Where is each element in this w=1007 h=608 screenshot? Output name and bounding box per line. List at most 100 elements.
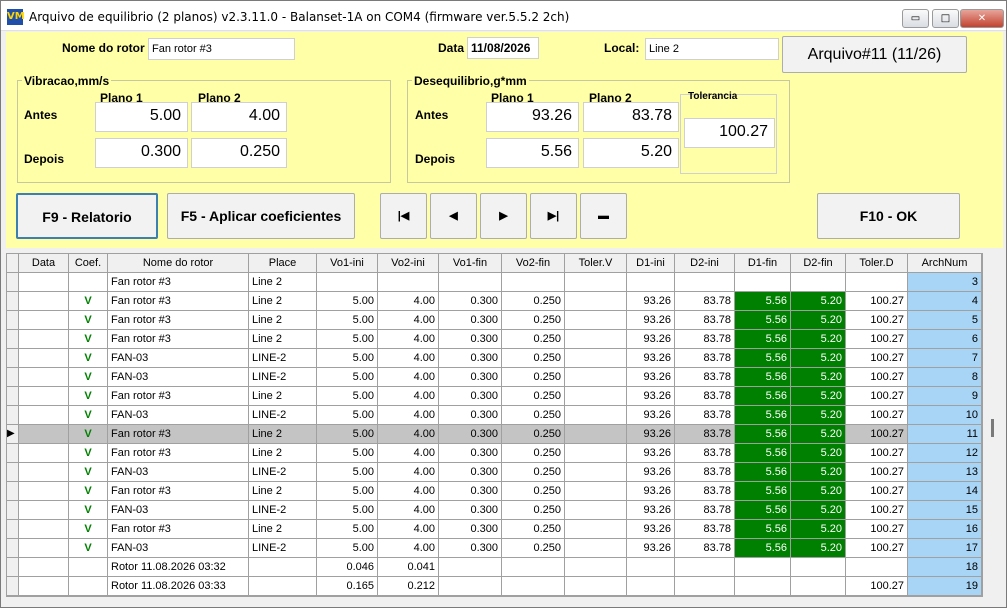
cell-vo2-ini[interactable]: 4.00 <box>378 292 439 311</box>
archive-table[interactable]: Data Coef. Nome do rotor Place Vo1-ini Vo2-in… <box>6 253 983 597</box>
cell-toler-d[interactable]: 100.27 <box>846 330 908 349</box>
cell-place[interactable]: Line 2 <box>249 311 317 330</box>
cell-nome-do-rotor[interactable]: Rotor 11.08.2026 03:32 <box>108 558 249 577</box>
cell-toler-v[interactable] <box>565 558 627 577</box>
cell-nome-do-rotor[interactable]: Fan rotor #3 <box>108 273 249 292</box>
cell-d2-fin[interactable]: 5.20 <box>791 482 846 501</box>
cell-archnum[interactable]: 14 <box>908 482 982 501</box>
column-header-vo2-ini[interactable]: Vo2-ini <box>378 254 439 273</box>
cell-archnum[interactable]: 7 <box>908 349 982 368</box>
cell-nome-do-rotor[interactable]: Fan rotor #3 <box>108 520 249 539</box>
minimize-button[interactable]: ▭ <box>902 9 929 28</box>
cell-d1-ini[interactable]: 93.26 <box>627 482 675 501</box>
cell-data[interactable] <box>19 311 69 330</box>
row-indicator[interactable] <box>7 349 19 368</box>
table-row[interactable]: V Fan rotor #3 Line 2 5.00 4.00 0.300 0.250 93.… <box>7 311 982 330</box>
cell-d2-fin[interactable] <box>791 273 846 292</box>
cell-d2-ini[interactable]: 83.78 <box>675 482 735 501</box>
row-indicator[interactable] <box>7 406 19 425</box>
cell-place[interactable]: Line 2 <box>249 292 317 311</box>
cell-vo2-fin[interactable]: 0.250 <box>502 501 565 520</box>
cell-coef[interactable]: V <box>69 482 108 501</box>
cell-data[interactable] <box>19 330 69 349</box>
table-row[interactable]: V Fan rotor #3 Line 2 5.00 4.00 0.300 0.250 93.… <box>7 292 982 311</box>
cell-vo1-fin[interactable]: 0.300 <box>439 539 502 558</box>
cell-d1-fin[interactable]: 5.56 <box>735 444 791 463</box>
cell-vo1-fin[interactable] <box>439 558 502 577</box>
row-indicator[interactable] <box>7 501 19 520</box>
cell-coef[interactable]: V <box>69 406 108 425</box>
cell-place[interactable]: Line 2 <box>249 387 317 406</box>
cell-vo2-fin[interactable] <box>502 273 565 292</box>
cell-place[interactable]: LINE-2 <box>249 539 317 558</box>
cell-vo1-ini[interactable]: 0.165 <box>317 577 378 596</box>
ok-button[interactable]: F10 - OK <box>817 193 960 239</box>
cell-coef[interactable]: V <box>69 311 108 330</box>
cell-d2-ini[interactable]: 83.78 <box>675 501 735 520</box>
column-header-vo1-fin[interactable]: Vo1-fin <box>439 254 502 273</box>
table-row[interactable]: Rotor 11.08.2026 03:33 0.165 0.212 100.27 19 <box>7 577 982 596</box>
imbalance-antes-p1[interactable]: 93.26 <box>486 102 579 132</box>
table-row[interactable]: V FAN-03 LINE-2 5.00 4.00 0.300 0.250 93.26 83.7… <box>7 368 982 387</box>
apply-coefficients-button[interactable]: F5 - Aplicar coeficientes <box>167 193 355 239</box>
cell-data[interactable] <box>19 463 69 482</box>
cell-d2-fin[interactable] <box>791 577 846 596</box>
table-row[interactable]: Rotor 11.08.2026 03:32 0.046 0.041 18 <box>7 558 982 577</box>
cell-archnum[interactable]: 12 <box>908 444 982 463</box>
vibration-antes-p2[interactable]: 4.00 <box>191 102 287 132</box>
table-row[interactable]: V Fan rotor #3 Line 2 5.00 4.00 0.300 0.250 93.… <box>7 330 982 349</box>
cell-d2-ini[interactable]: 83.78 <box>675 349 735 368</box>
cell-nome-do-rotor[interactable]: Fan rotor #3 <box>108 330 249 349</box>
cell-vo2-ini[interactable] <box>378 273 439 292</box>
cell-coef[interactable]: V <box>69 463 108 482</box>
cell-data[interactable] <box>19 444 69 463</box>
cell-d2-ini[interactable]: 83.78 <box>675 330 735 349</box>
cell-vo1-fin[interactable]: 0.300 <box>439 520 502 539</box>
cell-d2-fin[interactable]: 5.20 <box>791 349 846 368</box>
cell-toler-d[interactable]: 100.27 <box>846 368 908 387</box>
cell-d1-ini[interactable]: 93.26 <box>627 311 675 330</box>
imbalance-depois-p1[interactable]: 5.56 <box>486 138 579 168</box>
cell-vo1-fin[interactable]: 0.300 <box>439 463 502 482</box>
cell-vo1-ini[interactable]: 5.00 <box>317 463 378 482</box>
cell-d2-fin[interactable]: 5.20 <box>791 501 846 520</box>
cell-place[interactable]: Line 2 <box>249 482 317 501</box>
cell-toler-v[interactable] <box>565 577 627 596</box>
cell-toler-v[interactable] <box>565 292 627 311</box>
cell-vo2-fin[interactable]: 0.250 <box>502 520 565 539</box>
nav-last-button[interactable]: ▶| <box>530 193 577 239</box>
cell-place[interactable] <box>249 577 317 596</box>
cell-data[interactable] <box>19 349 69 368</box>
cell-vo2-ini[interactable]: 4.00 <box>378 311 439 330</box>
cell-vo2-ini[interactable]: 4.00 <box>378 406 439 425</box>
cell-vo2-fin[interactable]: 0.250 <box>502 311 565 330</box>
cell-coef[interactable]: V <box>69 501 108 520</box>
column-header-d2-fin[interactable]: D2-fin <box>791 254 846 273</box>
table-row[interactable]: V FAN-03 LINE-2 5.00 4.00 0.300 0.250 93.26 83.7… <box>7 406 982 425</box>
cell-vo2-fin[interactable]: 0.250 <box>502 368 565 387</box>
cell-d2-ini[interactable]: 83.78 <box>675 311 735 330</box>
cell-data[interactable] <box>19 425 69 444</box>
cell-d2-ini[interactable]: 83.78 <box>675 444 735 463</box>
cell-vo1-ini[interactable]: 5.00 <box>317 387 378 406</box>
cell-toler-d[interactable] <box>846 558 908 577</box>
cell-nome-do-rotor[interactable]: FAN-03 <box>108 368 249 387</box>
cell-d1-ini[interactable]: 93.26 <box>627 387 675 406</box>
close-button[interactable]: ✕ <box>960 9 1004 28</box>
cell-d2-ini[interactable]: 83.78 <box>675 406 735 425</box>
row-indicator[interactable] <box>7 520 19 539</box>
cell-toler-d[interactable] <box>846 273 908 292</box>
cell-vo2-fin[interactable]: 0.250 <box>502 349 565 368</box>
cell-d1-fin[interactable]: 5.56 <box>735 406 791 425</box>
column-header-d1-fin[interactable]: D1-fin <box>735 254 791 273</box>
table-row[interactable]: V FAN-03 LINE-2 5.00 4.00 0.300 0.250 93.26 83.7… <box>7 539 982 558</box>
row-indicator[interactable] <box>7 387 19 406</box>
cell-d1-ini[interactable] <box>627 558 675 577</box>
cell-d2-ini[interactable] <box>675 577 735 596</box>
cell-d1-fin[interactable]: 5.56 <box>735 501 791 520</box>
table-row[interactable]: V Fan rotor #3 Line 2 5.00 4.00 0.300 0.250 93.… <box>7 444 982 463</box>
cell-d2-ini[interactable]: 83.78 <box>675 368 735 387</box>
cell-d1-fin[interactable]: 5.56 <box>735 330 791 349</box>
cell-coef[interactable]: V <box>69 520 108 539</box>
table-row[interactable]: ▶ V Fan rotor #3 Line 2 5.00 4.00 0.300 0.250 93… <box>7 425 982 444</box>
